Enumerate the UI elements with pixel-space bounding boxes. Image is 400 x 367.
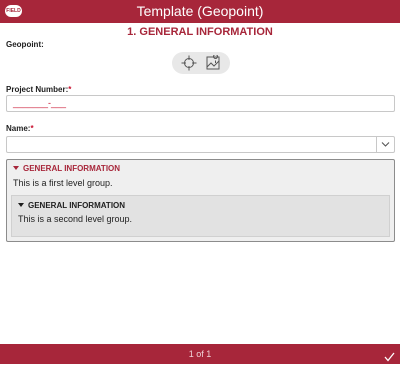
group-first-text: This is a first level group.: [13, 178, 113, 188]
geopoint-controls: [172, 52, 230, 74]
required-marker: *: [68, 85, 72, 94]
project-number-label: Project Number:*: [6, 85, 71, 94]
group-second-level: GENERAL INFORMATION This is a second lev…: [11, 195, 390, 237]
map-pin-icon[interactable]: [205, 55, 221, 71]
chevron-down-icon[interactable]: [376, 137, 394, 152]
project-number-mask: _______-___: [13, 98, 67, 108]
crosshair-icon[interactable]: [181, 55, 197, 71]
footer-bar: 1 of 1: [0, 344, 400, 364]
group-first-level: GENERAL INFORMATION This is a first leve…: [6, 159, 395, 242]
name-label-text: Name:: [6, 124, 31, 133]
group-second-title: GENERAL INFORMATION: [28, 201, 126, 210]
group-first-title: GENERAL INFORMATION: [23, 164, 121, 173]
name-label: Name:*: [6, 124, 34, 133]
group-first-header[interactable]: GENERAL INFORMATION: [13, 164, 120, 174]
project-number-label-text: Project Number:: [6, 85, 69, 94]
group-second-text: This is a second level group.: [18, 214, 133, 224]
name-select[interactable]: [6, 136, 395, 153]
caret-down-icon: [18, 203, 24, 207]
form-title: Template (Geopoint): [136, 3, 264, 19]
check-icon[interactable]: [384, 349, 395, 362]
caret-down-icon: [13, 166, 19, 170]
required-marker: *: [30, 124, 34, 133]
geopoint-label: Geopoint:: [6, 40, 44, 49]
page-indicator: 1 of 1: [188, 349, 212, 359]
group-second-header[interactable]: GENERAL INFORMATION: [18, 201, 125, 211]
project-number-field[interactable]: _______-___: [6, 95, 395, 112]
title-bar: FIELD Template (Geopoint): [0, 0, 400, 23]
section-title: 1. GENERAL INFORMATION: [127, 26, 273, 38]
